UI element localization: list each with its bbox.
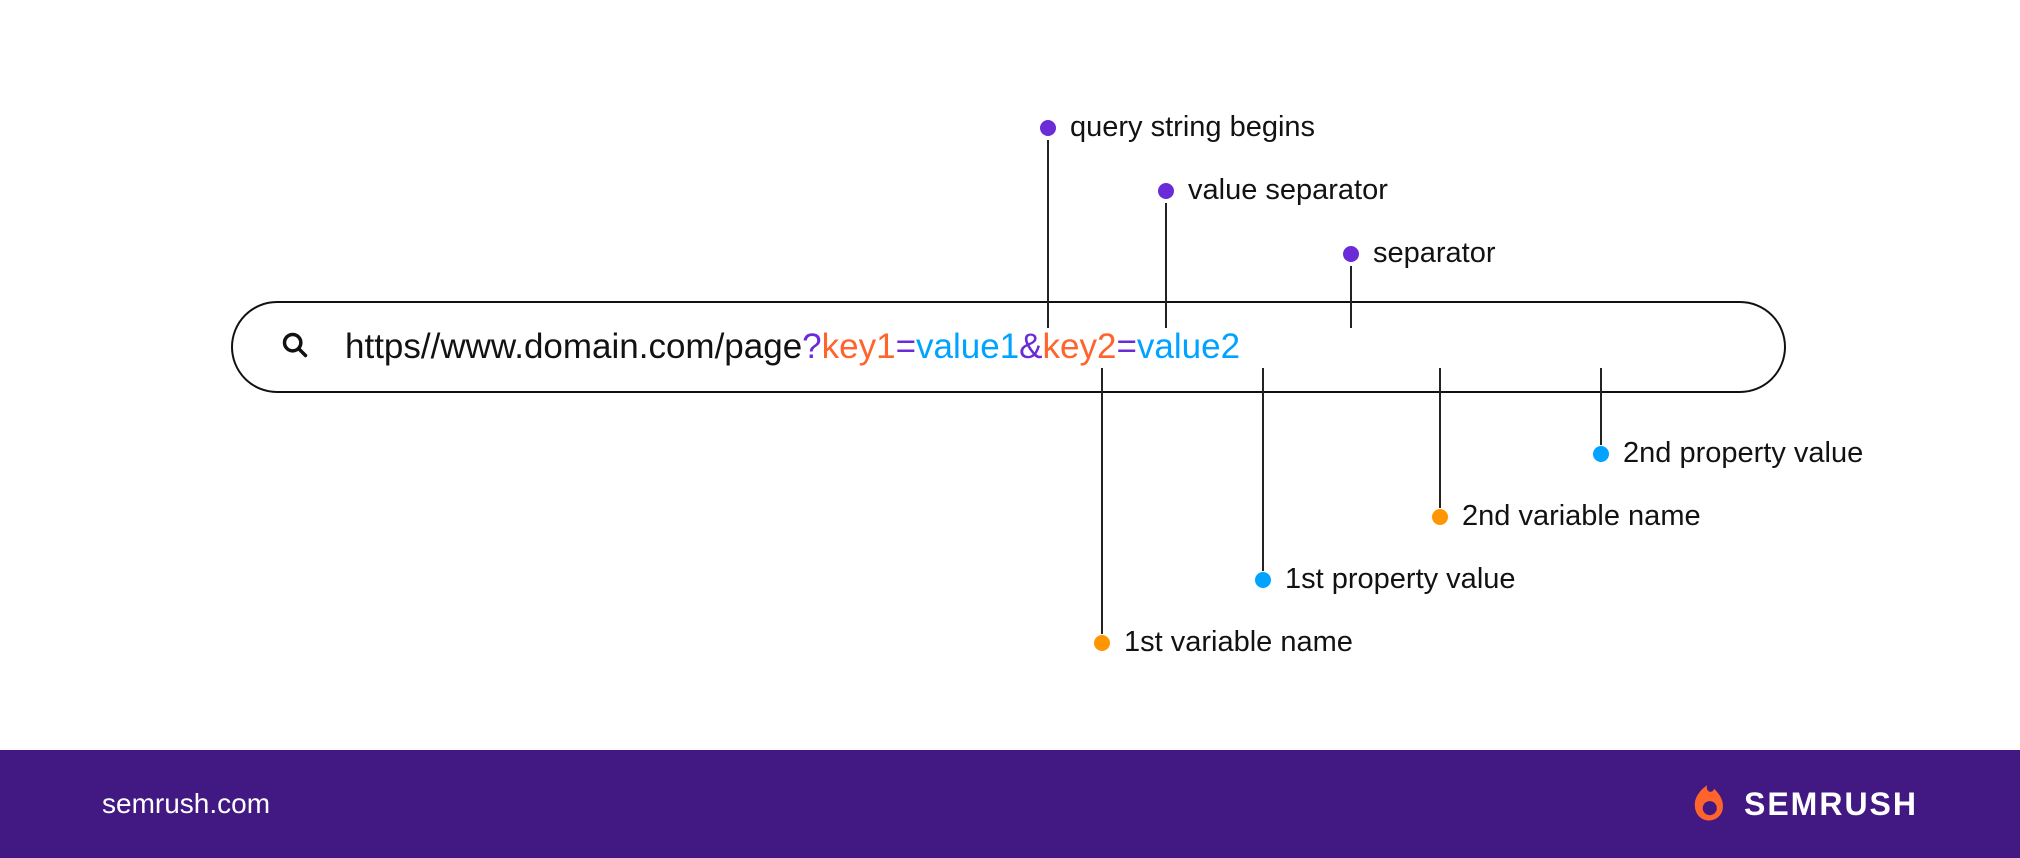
dot-blue-icon bbox=[1593, 446, 1609, 462]
dot-orange-icon bbox=[1432, 509, 1448, 525]
callout-label: separator bbox=[1373, 237, 1496, 270]
callout-second-value: 2nd property value bbox=[1593, 437, 1863, 470]
callout-label: query string begins bbox=[1070, 111, 1315, 144]
callout-first-value: 1st property value bbox=[1255, 563, 1516, 596]
callout-label: 1st property value bbox=[1285, 563, 1516, 596]
callout-label: value separator bbox=[1188, 174, 1388, 207]
url-amp: & bbox=[1019, 327, 1042, 366]
callout-label: 1st variable name bbox=[1124, 626, 1353, 659]
dot-orange-icon bbox=[1094, 635, 1110, 651]
dot-purple-icon bbox=[1158, 183, 1174, 199]
url-base: https//www.domain.com/page bbox=[345, 327, 802, 366]
url-bar: https//www.domain.com/page?key1=value1&k… bbox=[231, 301, 1786, 393]
connector-lines bbox=[0, 0, 2020, 858]
callout-label: 2nd property value bbox=[1623, 437, 1863, 470]
footer-bar: semrush.com SEMRUSH bbox=[0, 750, 2020, 858]
dot-purple-icon bbox=[1343, 246, 1359, 262]
url-val2: value2 bbox=[1137, 327, 1240, 366]
dot-blue-icon bbox=[1255, 572, 1271, 588]
url-qmark: ? bbox=[802, 327, 821, 366]
url-text: https//www.domain.com/page?key1=value1&k… bbox=[345, 327, 1240, 367]
search-icon bbox=[281, 331, 309, 364]
callout-second-variable: 2nd variable name bbox=[1432, 500, 1701, 533]
callout-query-begins: query string begins bbox=[1040, 111, 1315, 144]
footer-brand: SEMRUSH bbox=[1686, 780, 1918, 829]
flame-icon bbox=[1686, 780, 1730, 829]
url-val1: value1 bbox=[916, 327, 1019, 366]
url-key1: key1 bbox=[822, 327, 896, 366]
footer-site: semrush.com bbox=[102, 788, 270, 820]
callout-value-separator: value separator bbox=[1158, 174, 1388, 207]
dot-purple-icon bbox=[1040, 120, 1056, 136]
url-eq1: = bbox=[896, 327, 916, 366]
callout-first-variable: 1st variable name bbox=[1094, 626, 1353, 659]
footer-brand-name: SEMRUSH bbox=[1744, 786, 1918, 823]
callout-label: 2nd variable name bbox=[1462, 500, 1701, 533]
url-eq2: = bbox=[1116, 327, 1136, 366]
url-key2: key2 bbox=[1043, 327, 1117, 366]
callout-separator: separator bbox=[1343, 237, 1496, 270]
